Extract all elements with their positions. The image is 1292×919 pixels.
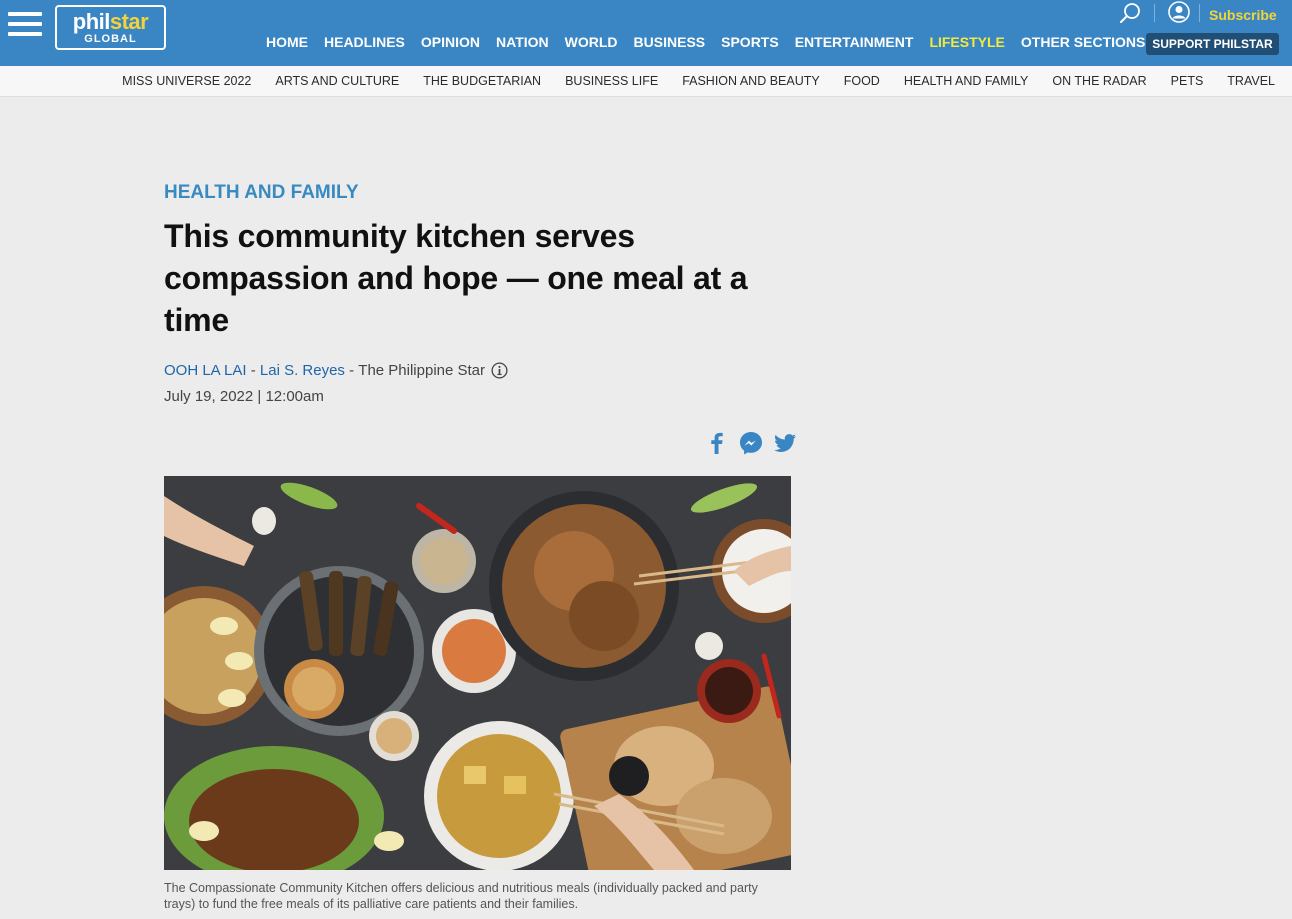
publication-name: The Philippine Star [358,362,486,379]
subscribe-link[interactable]: Subscribe [1209,7,1277,23]
section-label[interactable]: HEALTH AND FAMILY [164,182,791,204]
article-headline: This community kitchen serves compassion… [164,218,748,338]
messenger-icon[interactable] [738,430,764,456]
philstar-logo[interactable]: philstar GLOBAL [55,5,166,50]
nav-business[interactable]: BUSINESS [634,34,706,52]
image-caption: The Compassionate Community Kitchen offe… [164,881,758,911]
user-account-icon[interactable] [1168,1,1190,23]
logo-subtext: GLOBAL [84,33,137,45]
subnav-item-pets[interactable]: PETS [1171,74,1204,88]
nav-home[interactable]: HOME [266,34,308,52]
nav-opinion[interactable]: OPINION [421,34,480,52]
nav-headlines[interactable]: HEADLINES [324,34,405,52]
hamburger-menu-icon[interactable] [8,12,42,38]
article-hero-image [164,476,791,870]
subnav-item-on-the-radar[interactable]: ON THE RADAR [1052,74,1146,88]
subnav-item-travel[interactable]: TRAVEL [1227,74,1275,88]
subnav-item-business-life[interactable]: BUSINESS LIFE [565,74,658,88]
subnav-item-miss-universe[interactable]: MISS UNIVERSE 2022 [122,74,251,88]
subnav-item-fashion-beauty[interactable]: FASHION AND BEAUTY [682,74,820,88]
byline-separator: - [344,362,359,379]
nav-sports[interactable]: SPORTS [721,34,779,52]
nav-world[interactable]: WORLD [565,34,618,52]
subnav-item-food[interactable]: FOOD [844,74,880,88]
search-icon[interactable] [1119,2,1141,24]
support-philstar-button[interactable]: SUPPORT PHILSTAR [1146,33,1279,55]
nav-entertainment[interactable]: ENTERTAINMENT [795,34,914,52]
twitter-icon[interactable] [772,430,798,456]
lifestyle-subnav: MISS UNIVERSE 2022 ARTS AND CULTURE THE … [0,66,1292,97]
nav-lifestyle[interactable]: LIFESTYLE [929,34,1004,52]
subnav-item-budgetarian[interactable]: THE BUDGETARIAN [423,74,541,88]
header-divider [1199,4,1200,22]
byline-separator: - [246,362,260,379]
subnav-item-arts-culture[interactable]: ARTS AND CULTURE [275,74,399,88]
header-divider [1154,4,1155,22]
column-link[interactable]: OOH LA LAI [164,362,247,379]
nav-other-sections[interactable]: OTHER SECTIONS [1021,34,1145,52]
subnav-item-health-family[interactable]: HEALTH AND FAMILY [904,74,1029,88]
logo-text-star: star [109,9,149,34]
share-bar [696,430,798,456]
info-icon[interactable] [491,362,508,379]
logo-text-phil: phil [72,9,111,34]
publish-date: July 19, 2022 | 12:00am [164,388,324,405]
article: HEALTH AND FAMILY This community kitchen… [164,180,796,911]
main-navigation: HOME HEADLINES OPINION NATION WORLD BUSI… [258,34,1153,52]
author-link[interactable]: Lai S. Reyes [260,362,345,379]
nav-nation[interactable]: NATION [496,34,549,52]
byline: OOH LA LAI - Lai S. Reyes - The Philippi… [164,362,791,379]
top-header: philstar GLOBAL HOME HEADLINES OPINION N… [0,0,1292,66]
facebook-icon[interactable] [704,430,730,456]
